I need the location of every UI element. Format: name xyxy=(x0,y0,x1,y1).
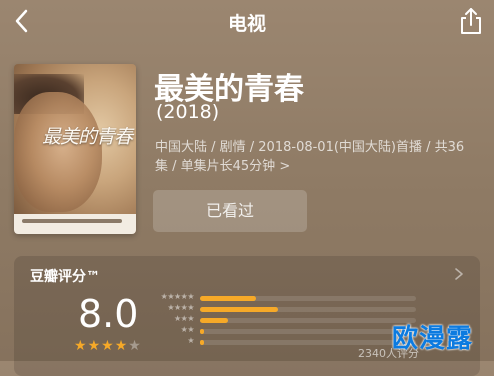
distribution-fill xyxy=(200,318,229,323)
movie-year: (2018) xyxy=(156,101,220,123)
watched-button[interactable]: 已看过 xyxy=(153,190,307,232)
movie-meta[interactable]: 中国大陆 / 剧情 / 2018-08-01(中国大陆)首播 / 共36 集 /… xyxy=(155,138,483,176)
distribution-fill xyxy=(200,307,278,312)
distribution-stars-label: ★ xyxy=(187,336,194,345)
star-icon: ★ xyxy=(74,338,88,354)
distribution-stars-label: ★★★★★ xyxy=(160,292,195,301)
poster-image[interactable]: 最美的青春 xyxy=(14,64,136,234)
star-icon: ★ xyxy=(114,338,129,354)
distribution-fill xyxy=(200,340,205,345)
movie-meta-line2: 集 / 单集片长45分钟 > xyxy=(155,159,291,174)
poster-face xyxy=(14,92,102,212)
distribution-stars-label: ★★★ xyxy=(173,314,195,323)
star-icon: ★ xyxy=(87,338,102,354)
star-icon: ★ xyxy=(101,338,115,354)
rating-label: 豆瓣评分™ xyxy=(30,269,100,285)
distribution-track xyxy=(200,296,416,301)
distribution-stars-label: ★★ xyxy=(180,325,195,334)
distribution-track xyxy=(200,329,416,334)
nav-bar: 电视 xyxy=(0,0,494,44)
rating-score: 8.0 xyxy=(78,292,139,336)
rating-distribution: ★★★★★ ★★★★ ★★★ ★★ ★ xyxy=(150,292,420,349)
star-icon: ★ xyxy=(128,338,142,354)
page-title: 电视 xyxy=(227,13,266,35)
share-icon[interactable] xyxy=(456,5,486,37)
rating-stars: ★★★★★ xyxy=(74,338,142,354)
distribution-stars-label: ★★★★ xyxy=(167,303,194,312)
poster-title-text: 最美的青春 xyxy=(42,126,133,148)
chevron-right-icon[interactable] xyxy=(452,266,466,282)
movie-meta-line1: 中国大陆 / 剧情 / 2018-08-01(中国大陆)首播 / 共36 xyxy=(155,140,465,155)
poster-footer xyxy=(14,214,136,234)
watermark-text: 欧漫露 xyxy=(392,324,474,354)
distribution-track xyxy=(200,307,416,312)
rating-card[interactable]: 豆瓣评分™ 8.0 ★★★★★ ★★★★★ ★★★★ ★★★ ★★ ★ 2340人评分 xyxy=(14,256,480,376)
distribution-fill xyxy=(200,329,205,334)
distribution-track xyxy=(200,318,416,323)
distribution-fill xyxy=(200,296,257,301)
